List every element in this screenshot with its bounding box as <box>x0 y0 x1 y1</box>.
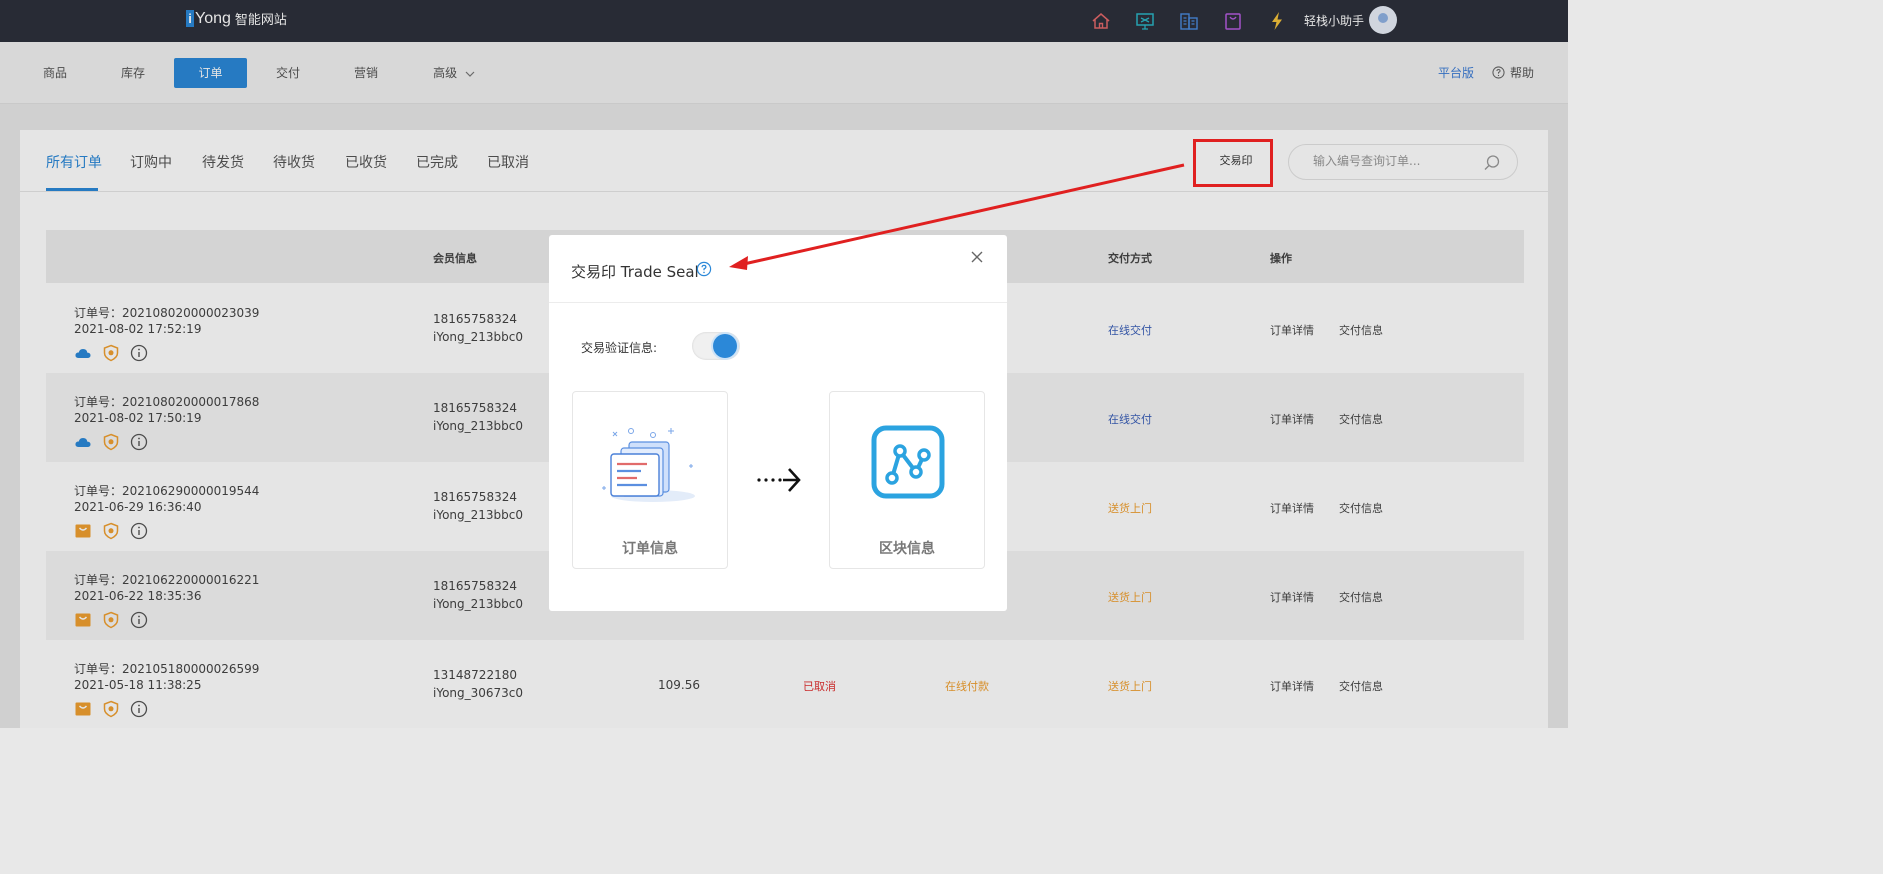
block-info-label: 区块信息 <box>879 541 935 557</box>
document-stack-icon <box>602 428 695 502</box>
verify-info-toggle[interactable] <box>692 332 740 360</box>
flow-arrow-icon <box>757 468 801 492</box>
block-info-card[interactable]: 区块信息 <box>829 391 985 569</box>
blockchain-icon <box>871 425 945 499</box>
toggle-knob <box>713 334 737 358</box>
help-icon[interactable] <box>696 261 712 277</box>
annotation-highlight-box <box>1193 139 1273 187</box>
dialog-title: 交易印 Trade Seal <box>571 263 699 281</box>
close-icon[interactable] <box>969 249 985 265</box>
dialog-header: 交易印 Trade Seal <box>549 235 1007 303</box>
order-info-label: 订单信息 <box>622 541 678 557</box>
verify-info-label: 交易验证信息: <box>581 341 658 355</box>
order-info-card[interactable]: 订单信息 <box>572 391 728 569</box>
trade-seal-dialog: 交易印 Trade Seal 交易验证信息: 订单信息 区块信息 <box>549 235 1007 611</box>
